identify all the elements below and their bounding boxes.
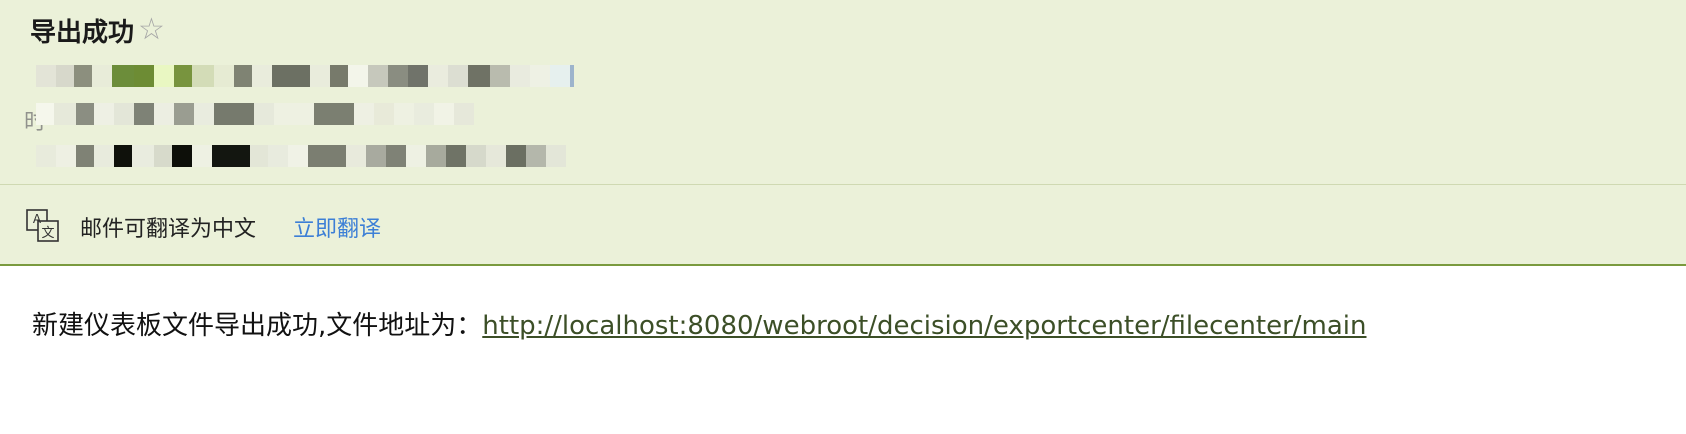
email-header: 导出成功 ☆ 时	[0, 0, 1686, 184]
email-subject: 导出成功	[30, 17, 135, 48]
star-outline-icon[interactable]: ☆	[138, 15, 165, 45]
redacted-time-row	[36, 101, 474, 127]
translate-bar: A 文 邮件可翻译为中文 立即翻译	[0, 185, 1686, 266]
translate-now-link[interactable]: 立即翻译	[293, 211, 381, 243]
file-center-link[interactable]: http://localhost:8080/webroot/decision/e…	[482, 311, 1366, 341]
svg-text:文: 文	[41, 226, 54, 241]
body-text: 新建仪表板文件导出成功,文件地址为：	[32, 311, 483, 341]
redacted-sender-row	[36, 63, 574, 89]
translate-icon: A 文	[26, 209, 59, 242]
email-body: 新建仪表板文件导出成功,文件地址为：http://localhost:8080/…	[32, 305, 1367, 342]
subject-row: 导出成功 ☆	[30, 12, 165, 48]
svg-text:A: A	[33, 212, 42, 226]
translate-message: 邮件可翻译为中文	[80, 217, 257, 242]
redacted-recipient-row	[36, 143, 566, 169]
